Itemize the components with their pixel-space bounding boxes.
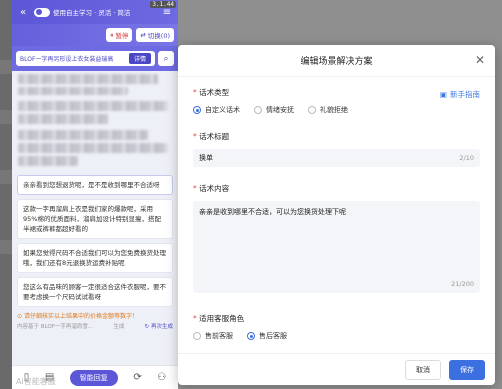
version-badge: 3.1.44 (150, 1, 176, 8)
type-option-label: 自定义话术 (205, 106, 240, 114)
regenerate-label: 再次生成 (150, 324, 173, 330)
radio-checked[interactable] (247, 332, 255, 340)
reply-suggestion-card[interactable]: 如果您觉得尺码不合适我们可以为您免费换货处理哦，我们还有8元退换货运费补贴呢 (17, 243, 173, 273)
blurred-text (18, 101, 168, 111)
radio-unchecked[interactable] (308, 106, 316, 114)
title-value: 换单 (199, 154, 213, 162)
generation-meta: 内容基于 BLOF一字再溜肩雪... 生成 ↻ 再次生成 (17, 322, 173, 330)
warning-icon: ⊙ (17, 313, 24, 320)
blurred-text (18, 130, 148, 140)
radio-unchecked[interactable] (193, 332, 201, 340)
user-icon[interactable]: ⚇ (157, 372, 166, 383)
modal-header: 编辑场景解决方案 ✕ (178, 45, 495, 77)
warning-tip: ⊙ 请仔细核实以上结果中的价格金额等数字！ (17, 311, 173, 320)
radio-checked[interactable] (193, 106, 201, 114)
role-option-label: 售前客服 (205, 332, 233, 340)
background-strip (0, 0, 12, 389)
title-label: 话术标题 (193, 131, 480, 142)
type-radio-group: 自定义话术 情绪安抚 礼貌拒绝 (193, 105, 480, 115)
switch-label: 切换(0) (147, 32, 170, 40)
type-option-label: 礼貌拒绝 (320, 106, 348, 114)
blurred-text (18, 143, 168, 153)
modal-footer: 取消 保存 (178, 353, 495, 385)
guide-label: 新手指南 (450, 90, 480, 99)
title-char-count: 2/10 (459, 154, 474, 162)
type-option-decline[interactable]: 礼貌拒绝 (308, 105, 348, 115)
assistant-panel: « 使用自主学习 · 灵活 · 简洁 ≡ 3.1.44 ⏸ 暂停 ⇄ 切换(0) B… (12, 0, 178, 389)
smart-reply-button[interactable]: 智能回复 (69, 369, 118, 386)
regenerate-button[interactable]: ↻ 再次生成 (145, 322, 173, 330)
blurred-text (18, 87, 128, 95)
switch-button[interactable]: ⇄ 切换(0) (136, 28, 174, 42)
product-search-text: BLOF一字再另形设上衣女装益瑞高 (20, 56, 114, 63)
role-option-presale[interactable]: 售前客服 (193, 331, 233, 341)
detail-button[interactable]: 详情 (128, 53, 151, 64)
warning-text: 请仔细核实以上结果中的价格金额等数字！ (23, 313, 138, 320)
reply-suggestion-card[interactable]: 这款一字再溜肩上衣是我们家的爆款呢，采用95%棉的优质面料，溜肩加设计特别显瘦，… (17, 199, 173, 239)
meta-source: 内容基于 BLOF一字再溜肩雪... (17, 324, 94, 330)
blurred-text (18, 74, 158, 84)
content-char-count: 21/200 (451, 280, 474, 288)
modal-title: 编辑场景解决方案 (300, 57, 373, 67)
radio-unchecked[interactable] (254, 106, 262, 114)
search-icon[interactable]: ⌕ (158, 51, 174, 66)
blurred-text (18, 156, 78, 166)
pause-icon: ⏸ (110, 30, 114, 39)
close-icon[interactable]: ✕ (475, 53, 485, 67)
reply-suggestion-card[interactable]: 您这么有品味的顾客一定很适合这件衣服呢，要不要考虑换一个尺码试试看呀 (17, 277, 173, 307)
role-label: 适用客服角色 (193, 313, 480, 324)
modal-body: ▣新手指南 话术类型 自定义话术 情绪安抚 礼貌拒绝 话术标题 换单 2/10 … (178, 77, 495, 341)
title-input[interactable]: 换单 2/10 (193, 149, 480, 167)
cancel-button[interactable]: 取消 (405, 359, 441, 380)
watermark: Ai智能客服 (16, 377, 56, 386)
toggle-label: 使用自主学习 · 灵活 · 简洁 (53, 9, 131, 17)
pause-button[interactable]: ⏸ 暂停 (106, 28, 133, 42)
meta-status: 生成 (113, 324, 125, 330)
content-value: 亲亲是收到哪里不合适，可以为您换货处理下呢 (199, 208, 346, 216)
role-option-aftersale[interactable]: 售后客服 (247, 331, 287, 341)
save-button[interactable]: 保存 (449, 359, 485, 380)
pause-label: 暂停 (115, 32, 129, 40)
type-option-soothe[interactable]: 情绪安抚 (254, 105, 294, 115)
blurred-text (18, 114, 108, 124)
mode-toggle[interactable]: 使用自主学习 · 灵活 · 简洁 (34, 7, 156, 17)
collapse-icon[interactable]: « (16, 5, 30, 19)
toggle-switch[interactable] (34, 7, 50, 17)
switch-icon: ⇄ (140, 31, 146, 39)
panel-header: « 使用自主学习 · 灵活 · 简洁 ≡ 3.1.44 (12, 0, 178, 24)
reply-suggestion-card[interactable]: 亲亲看到您想退货呢，是不是收到哪里不合适呀 (17, 175, 173, 195)
product-search-row: BLOF一字再另形设上衣女装益瑞高 详情 ⌕ (12, 46, 178, 71)
type-label: 话术类型 (193, 87, 480, 98)
panel-actions: ⏸ 暂停 ⇄ 切换(0) (12, 24, 178, 46)
refresh-icon[interactable]: ⟳ (133, 372, 141, 383)
role-radio-group: 售前客服 售后客服 (193, 331, 480, 341)
guide-icon: ▣ (439, 90, 447, 99)
content-textarea[interactable]: 亲亲是收到哪里不合适，可以为您换货处理下呢 21/200 (193, 201, 480, 293)
content-label: 话术内容 (193, 183, 480, 194)
role-option-label: 售后客服 (259, 332, 287, 340)
edit-solution-modal: 编辑场景解决方案 ✕ ▣新手指南 话术类型 自定义话术 情绪安抚 礼貌拒绝 话术… (178, 45, 495, 385)
guide-link[interactable]: ▣ 新手指南 (440, 89, 480, 100)
product-search[interactable]: BLOF一字再另形设上衣女装益瑞高 详情 (16, 51, 155, 66)
type-option-custom[interactable]: 自定义话术 (193, 105, 240, 115)
type-option-label: 情绪安抚 (266, 106, 294, 114)
